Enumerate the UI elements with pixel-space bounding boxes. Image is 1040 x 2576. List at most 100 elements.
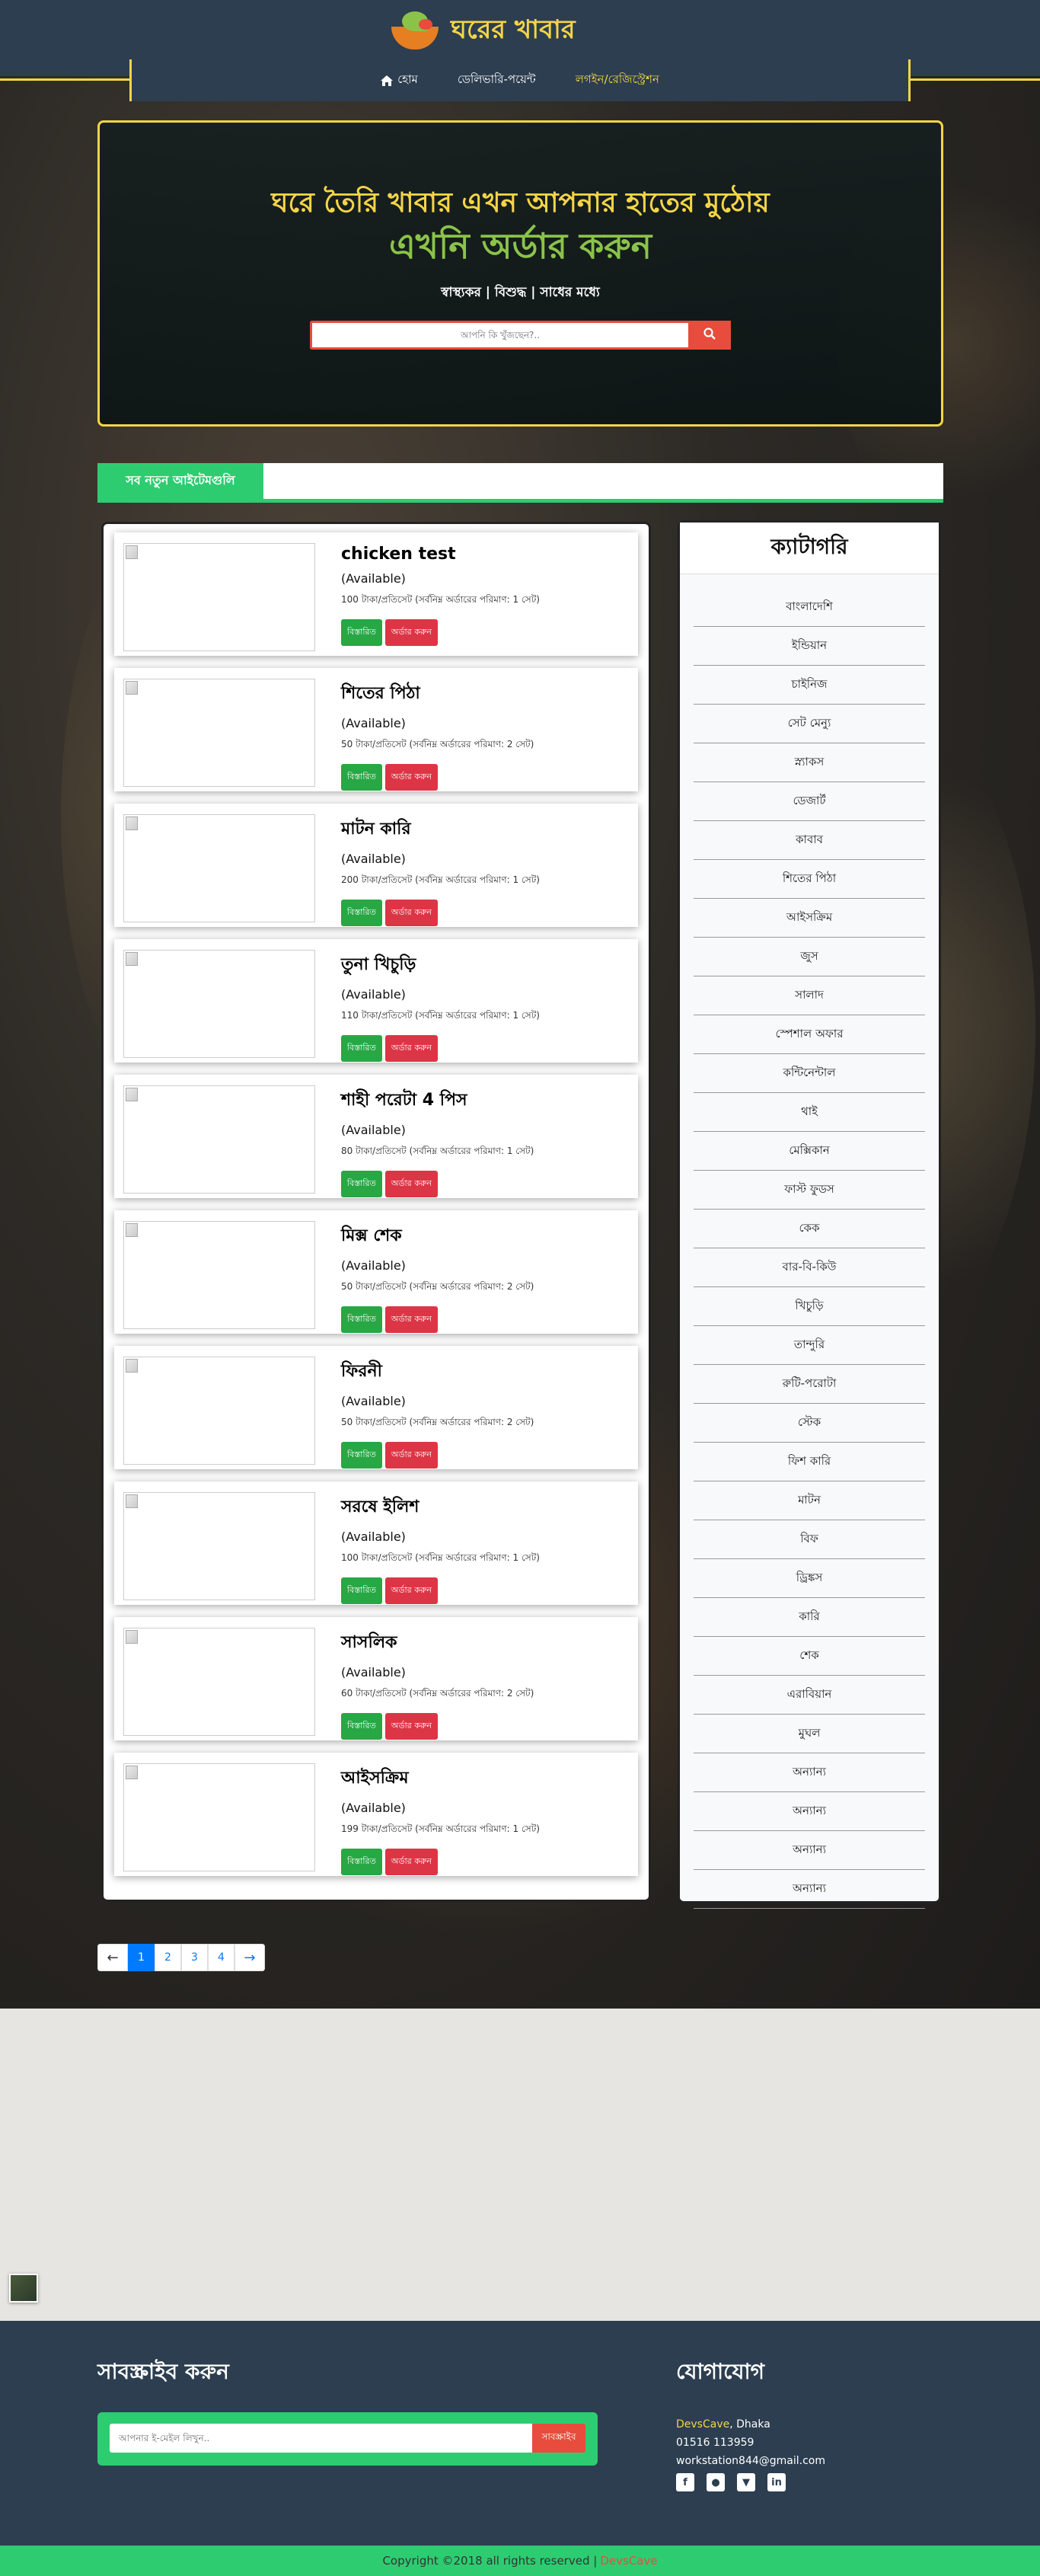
category-item[interactable]: বার-বি-কিউ — [694, 1248, 925, 1287]
category-item[interactable]: ইন্ডিয়ান — [694, 627, 925, 666]
category-item[interactable]: অন্যান্য — [694, 1753, 925, 1792]
details-button[interactable]: বিস্তারিত — [341, 764, 382, 791]
details-button[interactable]: বিস্তারিত — [341, 1035, 382, 1062]
email-field[interactable] — [110, 2424, 532, 2453]
food-item-name[interactable]: সাসলিক — [341, 1629, 534, 1657]
category-item[interactable]: স্ন্যাকস — [694, 743, 925, 782]
copyright-bar: Copyright ©2018 all rights reserved | De… — [0, 2546, 1040, 2576]
food-item-name[interactable]: chicken test — [341, 545, 540, 564]
details-button[interactable]: বিস্তারিত — [341, 619, 382, 646]
category-item[interactable]: অন্যান্য — [694, 1792, 925, 1831]
food-item-info: chicken test (Available) 100 টাকা/প্রতিসেট… — [315, 543, 540, 646]
food-item-name[interactable]: মাটন কারি — [341, 816, 540, 844]
order-button[interactable]: অর্ডার করুন — [384, 1713, 438, 1740]
food-item-image[interactable] — [123, 1221, 315, 1329]
subscribe-button[interactable]: সাবস্ক্রাইব — [532, 2424, 585, 2453]
category-item[interactable]: মাটন — [694, 1481, 925, 1520]
category-item[interactable]: থাই — [694, 1093, 925, 1132]
food-item-name[interactable]: তুনা খিচুড়ি — [341, 951, 540, 980]
food-item-status: (Available) — [341, 987, 406, 1002]
linkedin-icon[interactable]: in — [767, 2473, 786, 2491]
food-item-name[interactable]: মিক্স শেক — [341, 1222, 534, 1251]
food-item-image[interactable] — [123, 1492, 315, 1600]
new-items-ticker: সব নতুন আইটেমগুলি — [97, 463, 943, 503]
order-button[interactable]: অর্ডার করুন — [384, 1035, 438, 1062]
nav-divider-right — [911, 78, 1040, 81]
pocket-icon[interactable]: ▼ — [737, 2473, 755, 2491]
order-button[interactable]: অর্ডার করুন — [384, 1577, 438, 1604]
details-button[interactable]: বিস্তারিত — [341, 1849, 382, 1875]
category-item[interactable]: খিচুড়ি — [694, 1287, 925, 1326]
category-item[interactable]: শেক — [694, 1637, 925, 1676]
copyright-brand[interactable]: DevsCave — [600, 2554, 657, 2568]
food-item-name[interactable]: আইসক্রিম — [341, 1765, 540, 1793]
category-item[interactable]: অন্যান্য — [694, 1831, 925, 1870]
details-button[interactable]: বিস্তারিত — [341, 1171, 382, 1197]
category-item[interactable]: কাবাব — [694, 821, 925, 860]
nav-login[interactable]: লগইন/রেজিস্ট্রেশন — [576, 71, 659, 90]
food-item-image[interactable] — [123, 1763, 315, 1871]
category-item[interactable]: কেক — [694, 1210, 925, 1248]
nav-home[interactable]: হোম — [381, 71, 418, 90]
order-button[interactable]: অর্ডার করুন — [384, 619, 438, 646]
category-item[interactable]: আইসক্রিম — [694, 899, 925, 938]
nav-delivery[interactable]: ডেলিভারি-পয়েন্ট — [458, 71, 536, 90]
category-item[interactable]: বাংলাদেশি — [694, 588, 925, 627]
pagination-page-1[interactable]: 1 — [128, 1944, 155, 1971]
pagination-next[interactable]: → — [234, 1944, 265, 1971]
category-item[interactable]: স্টেক — [694, 1404, 925, 1443]
order-button[interactable]: অর্ডার করুন — [384, 1306, 438, 1333]
order-button[interactable]: অর্ডার করুন — [384, 1849, 438, 1875]
contact-brand[interactable]: DevsCave — [676, 2418, 729, 2431]
food-item-image[interactable] — [123, 543, 315, 651]
category-item[interactable]: অন্যান্য — [694, 1870, 925, 1909]
site-logo[interactable]: ঘরের খাবার — [388, 5, 576, 58]
category-item[interactable]: স্পেশাল অফার — [694, 1015, 925, 1054]
search-input[interactable] — [310, 321, 688, 350]
category-item[interactable]: সেট মেন্যু — [694, 705, 925, 743]
category-item[interactable]: বিফ — [694, 1520, 925, 1559]
food-item-image[interactable] — [123, 814, 315, 922]
food-item-image[interactable] — [123, 679, 315, 787]
food-item-image[interactable] — [123, 950, 315, 1058]
details-button[interactable]: বিস্তারিত — [341, 1306, 382, 1333]
order-button[interactable]: অর্ডার করুন — [384, 900, 438, 926]
category-item[interactable]: তান্দুরি — [694, 1326, 925, 1365]
floating-thumbnail[interactable] — [9, 2274, 38, 2303]
food-item-name[interactable]: শাহী পরেটা 4 পিস — [341, 1087, 534, 1115]
category-item[interactable]: ফিশ কারি — [694, 1443, 925, 1481]
food-item-name[interactable]: সরষে ইলিশ — [341, 1494, 540, 1522]
food-item-image[interactable] — [123, 1628, 315, 1736]
category-item[interactable]: চাইনিজ — [694, 666, 925, 705]
category-item[interactable]: ডেজার্ট — [694, 782, 925, 821]
food-item-name[interactable]: শিতের পিঠা — [341, 680, 534, 708]
category-item[interactable]: সালাদ — [694, 976, 925, 1015]
search-button[interactable] — [688, 321, 731, 350]
category-item[interactable]: মুঘল — [694, 1715, 925, 1753]
category-item[interactable]: ফাস্ট ফুডস — [694, 1171, 925, 1210]
order-button[interactable]: অর্ডার করুন — [384, 1442, 438, 1469]
github-icon[interactable]: ● — [707, 2473, 725, 2491]
food-item-image[interactable] — [123, 1357, 315, 1465]
category-item[interactable]: মেক্সিকান — [694, 1132, 925, 1171]
food-item-image[interactable] — [123, 1085, 315, 1194]
category-item[interactable]: কারি — [694, 1598, 925, 1637]
pagination-page-4[interactable]: 4 — [208, 1944, 234, 1971]
facebook-icon[interactable]: f — [676, 2473, 694, 2491]
category-item[interactable]: এরাবিয়ান — [694, 1676, 925, 1715]
food-item-name[interactable]: ফিরনী — [341, 1358, 534, 1386]
details-button[interactable]: বিস্তারিত — [341, 900, 382, 926]
category-item[interactable]: ড্রিঙ্কস — [694, 1559, 925, 1598]
details-button[interactable]: বিস্তারিত — [341, 1577, 382, 1604]
pagination-prev[interactable]: ← — [97, 1944, 128, 1971]
details-button[interactable]: বিস্তারিত — [341, 1442, 382, 1469]
order-button[interactable]: অর্ডার করুন — [384, 764, 438, 791]
details-button[interactable]: বিস্তারিত — [341, 1713, 382, 1740]
category-item[interactable]: শিতের পিঠা — [694, 860, 925, 899]
pagination-page-3[interactable]: 3 — [181, 1944, 208, 1971]
order-button[interactable]: অর্ডার করুন — [384, 1171, 438, 1197]
category-item[interactable]: জুস — [694, 938, 925, 976]
category-item[interactable]: কন্টিনেন্টাল — [694, 1054, 925, 1093]
pagination-page-2[interactable]: 2 — [155, 1944, 181, 1971]
category-item[interactable]: রুটি-পরোটা — [694, 1365, 925, 1404]
